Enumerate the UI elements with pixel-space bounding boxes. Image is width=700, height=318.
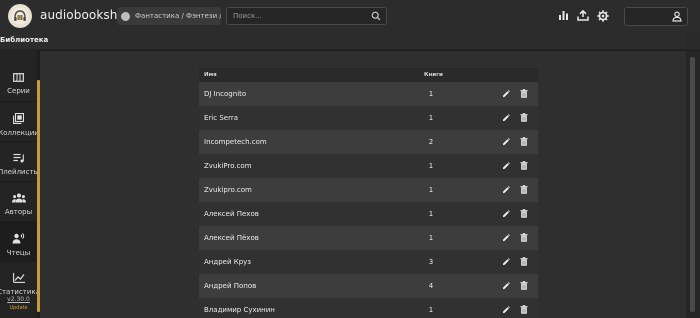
edit-icon[interactable]: [502, 210, 510, 220]
edit-icon[interactable]: [502, 90, 510, 100]
delete-icon[interactable]: [520, 305, 528, 316]
app-bar: audiobookshelf Фантастика / Фэнтези / ..…: [0, 0, 700, 33]
book-count: 1: [428, 210, 434, 218]
table-row[interactable]: Eric Serra 1: [199, 106, 538, 130]
book-count: 2: [428, 138, 434, 146]
table-body: DJ Incognito 1 Eric Serra 1 Incompetech.com 2…: [199, 82, 538, 318]
narrator-name[interactable]: Incompetech.com: [204, 138, 267, 146]
book-count: 4: [428, 282, 434, 290]
version-label[interactable]: v2.30.0: [0, 296, 37, 303]
sidebar-item-series[interactable]: Серии: [0, 62, 37, 102]
table-row[interactable]: Zvukipro.com 1: [199, 178, 538, 202]
narrator-name[interactable]: Алексей Пёхов: [204, 234, 259, 242]
delete-icon[interactable]: [520, 209, 528, 220]
table-row[interactable]: Алексей Пёхов 1: [199, 226, 538, 250]
delete-icon[interactable]: [520, 257, 528, 268]
sidebar-item-label: Авторы: [4, 208, 33, 216]
book-count: 1: [428, 162, 434, 170]
delete-icon[interactable]: [520, 137, 528, 148]
narrator-name[interactable]: Zvukipro.com: [204, 186, 252, 194]
sidebar-item-narrators[interactable]: Чтецы: [0, 222, 37, 262]
settings-gear-icon[interactable]: [597, 10, 609, 22]
collections-icon: [13, 113, 24, 124]
narrator-name[interactable]: Владимир Сухинин: [204, 306, 275, 314]
stats-icon: [12, 273, 25, 283]
narrator-name[interactable]: Андрей Круз: [204, 258, 251, 266]
playlist-icon: [13, 153, 24, 163]
library-toolbar: Библиотека: [0, 33, 700, 50]
library-selector-label: Фантастика / Фэнтези / ...: [135, 12, 221, 20]
edit-icon[interactable]: [502, 282, 510, 292]
delete-icon[interactable]: [520, 281, 528, 292]
delete-icon[interactable]: [520, 113, 528, 124]
narrator-name[interactable]: Алексей Пехов: [204, 210, 259, 218]
delete-icon[interactable]: [520, 89, 528, 100]
delete-icon[interactable]: [520, 185, 528, 196]
sidebar-item-authors[interactable]: Авторы: [0, 182, 37, 222]
table-header: Имя Книги: [199, 68, 538, 82]
column-header-name[interactable]: Имя: [204, 72, 217, 78]
table-row[interactable]: Алексей Пехов 1: [199, 202, 538, 226]
table-row[interactable]: Владимир Сухинин 1: [199, 298, 538, 318]
user-icon: [672, 11, 682, 22]
narrator-name[interactable]: Андрей Попов: [204, 282, 256, 290]
delete-icon[interactable]: [520, 233, 528, 244]
edit-icon[interactable]: [502, 114, 510, 124]
table-row[interactable]: Андрей Круз 3: [199, 250, 538, 274]
toolbar-edge: [686, 33, 700, 50]
sidebar-item-label: Серии: [7, 87, 30, 95]
book-count: 1: [428, 306, 434, 314]
delete-icon[interactable]: [520, 161, 528, 172]
audiobookshelf-logo-icon[interactable]: [8, 4, 32, 28]
narrators-table: Имя Книги DJ Incognito 1 Eric Serra 1 Incomp…: [199, 68, 538, 318]
book-count: 1: [428, 186, 434, 194]
sidebar-item-collections[interactable]: Коллекции: [0, 102, 39, 142]
search-placeholder: Поиск...: [233, 12, 262, 20]
sidebar-item-label: Статистика: [0, 288, 40, 296]
sidebar: Серии Коллекции Плейлисты Авторы Чтецы С…: [0, 50, 40, 318]
upload-icon[interactable]: [577, 10, 589, 21]
library-icon: [121, 11, 130, 21]
edit-icon[interactable]: [502, 186, 510, 196]
table-row[interactable]: Андрей Попов 4: [199, 274, 538, 298]
book-count: 3: [428, 258, 434, 266]
library-selector[interactable]: Фантастика / Фэнтези / ...: [117, 7, 221, 25]
scrollbar-thumb[interactable]: [690, 57, 695, 312]
stats-bar-chart-icon[interactable]: [558, 10, 569, 21]
column-header-books[interactable]: Книги: [424, 72, 443, 78]
search-input[interactable]: Поиск...: [226, 7, 387, 25]
sidebar-item-label: Плейлисты: [0, 168, 40, 176]
user-account-button[interactable]: [624, 7, 688, 26]
narrator-name[interactable]: ZvukiPro.com: [204, 162, 252, 170]
library-label[interactable]: Библиотека: [0, 36, 48, 44]
book-count: 1: [428, 234, 434, 242]
narrator-icon: [12, 233, 25, 244]
authors-icon: [11, 193, 26, 203]
table-row[interactable]: Incompetech.com 2: [199, 130, 538, 154]
table-row[interactable]: ZvukiPro.com 1: [199, 154, 538, 178]
columns-icon: [13, 73, 24, 82]
edit-icon[interactable]: [502, 234, 510, 244]
book-count: 1: [428, 90, 434, 98]
edit-icon[interactable]: [502, 258, 510, 268]
narrator-name[interactable]: DJ Incognito: [204, 90, 246, 98]
update-link[interactable]: Update: [0, 305, 37, 311]
edit-icon[interactable]: [502, 162, 510, 172]
book-count: 1: [428, 114, 434, 122]
sidebar-item-label: Чтецы: [6, 249, 31, 257]
search-icon[interactable]: [371, 11, 381, 21]
edit-icon[interactable]: [502, 306, 510, 316]
edit-icon[interactable]: [502, 138, 510, 148]
main-scrollbar[interactable]: [686, 51, 700, 318]
table-row[interactable]: DJ Incognito 1: [199, 82, 538, 106]
sidebar-item-label: Коллекции: [0, 129, 39, 137]
sidebar-item-playlists[interactable]: Плейлисты: [0, 142, 40, 182]
narrator-name[interactable]: Eric Serra: [204, 114, 238, 122]
